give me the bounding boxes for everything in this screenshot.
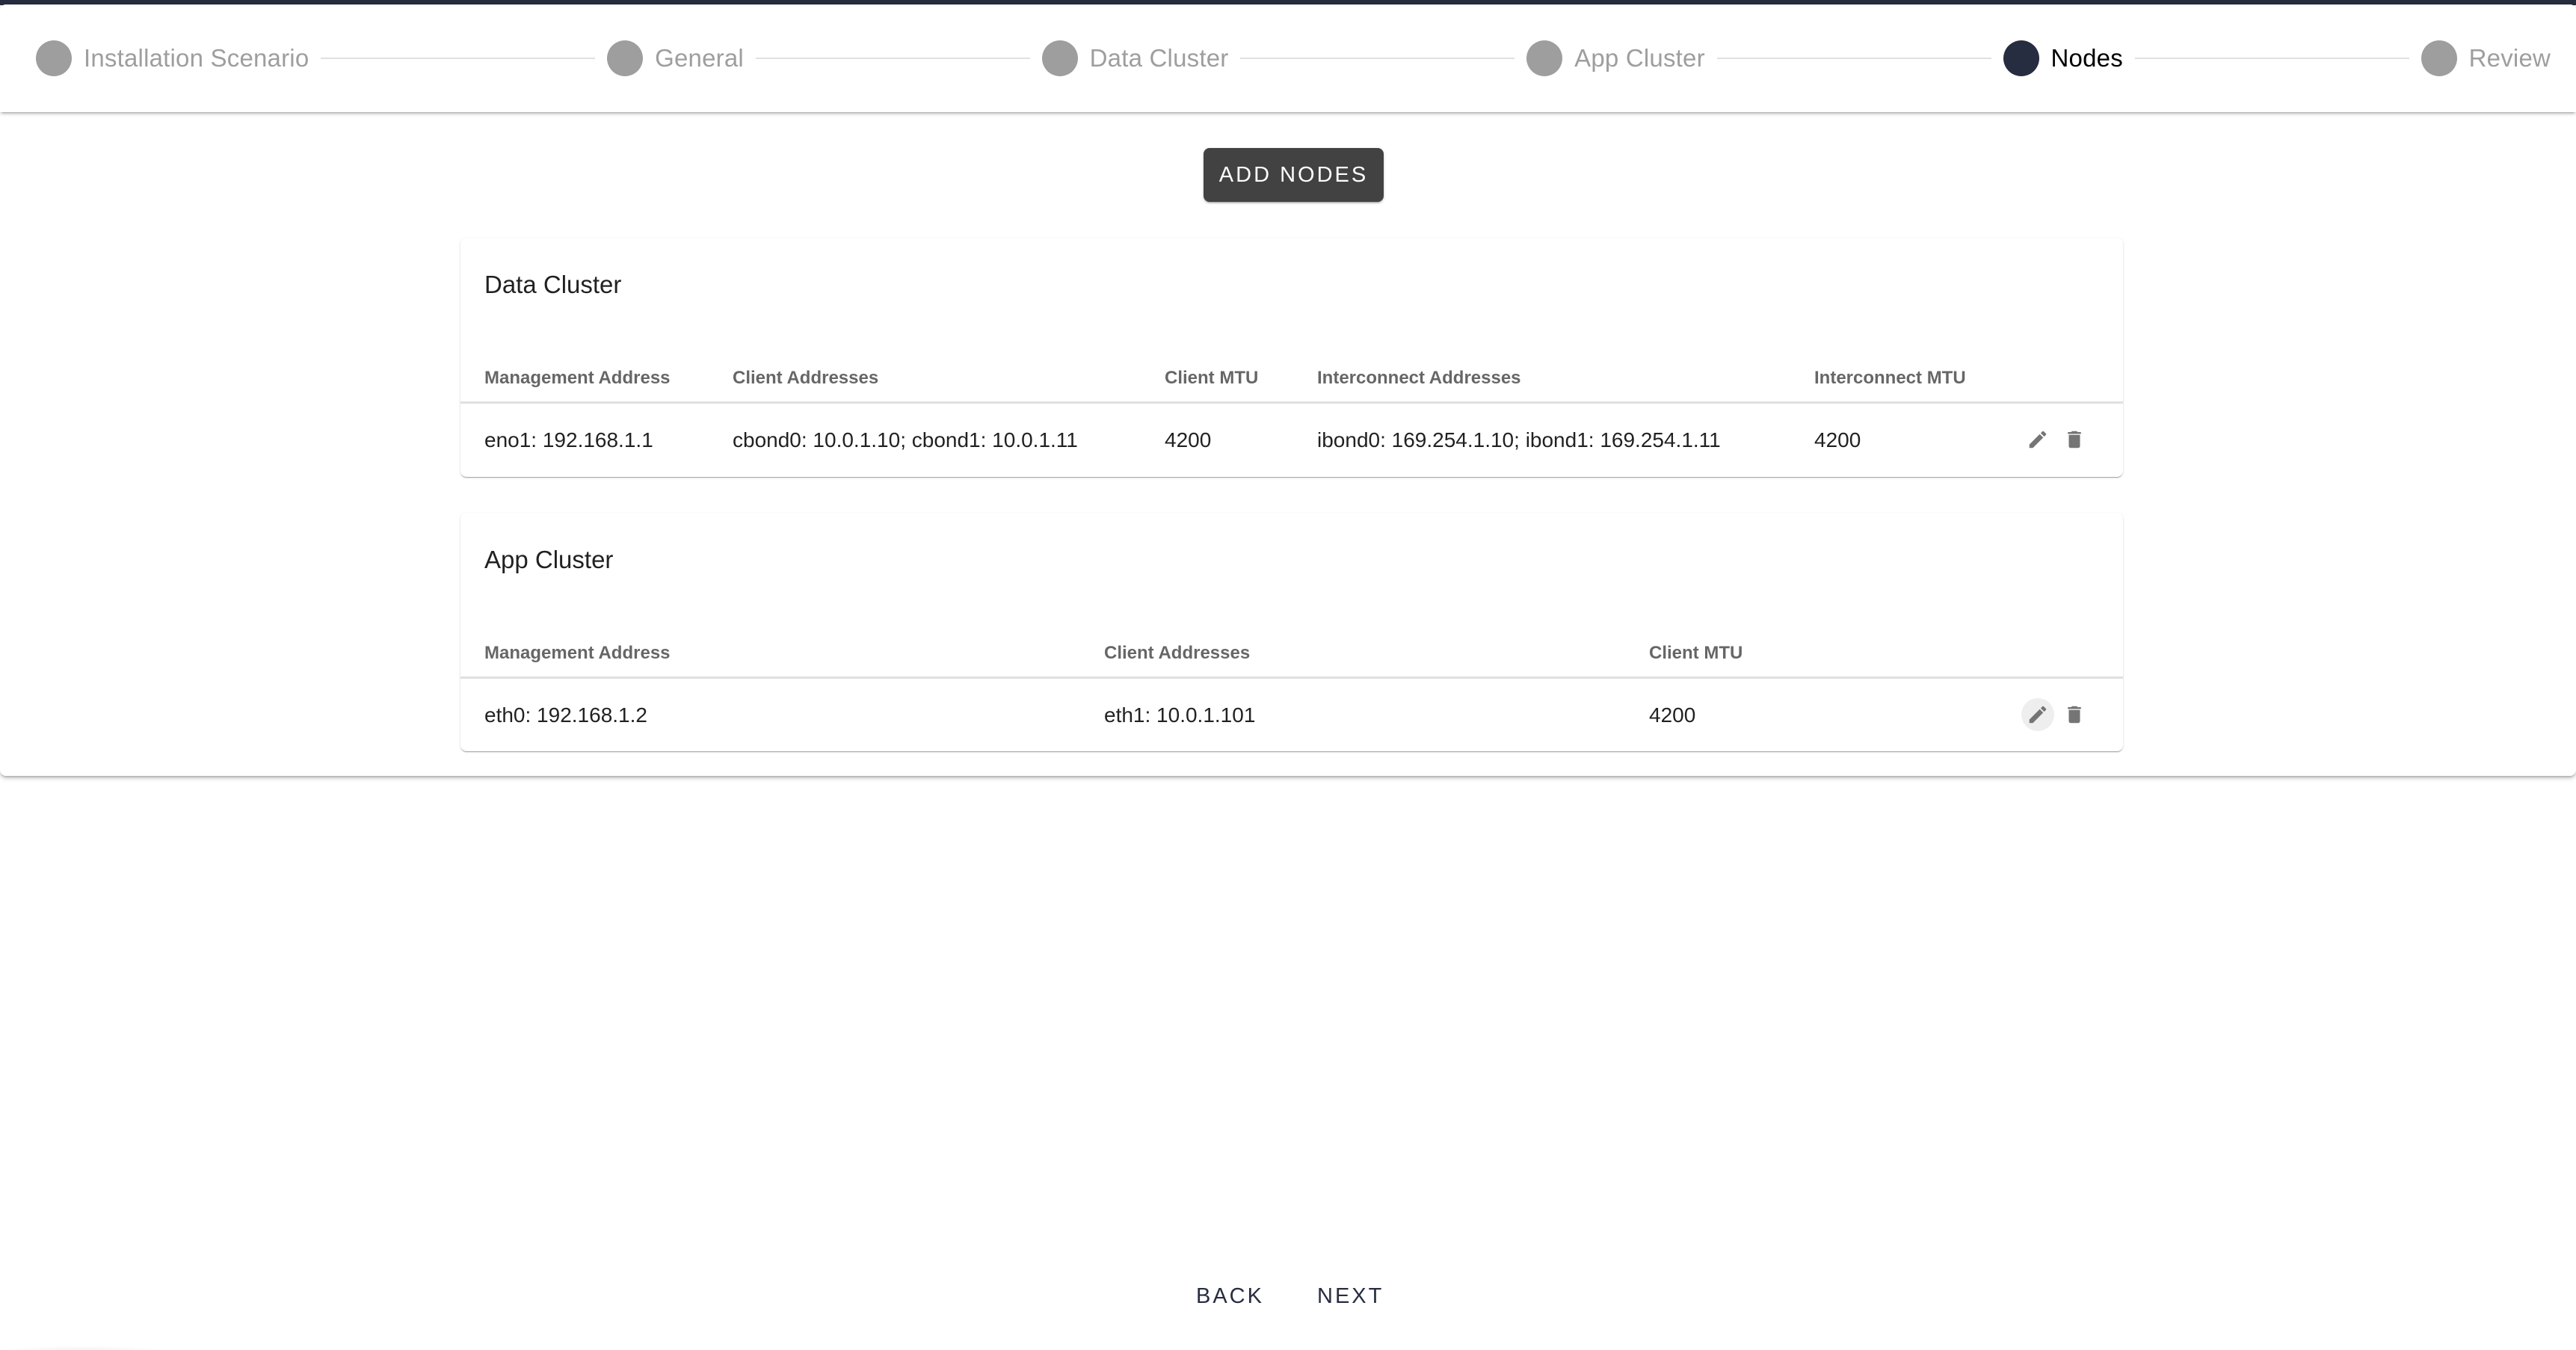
- app-cluster-card: App Cluster Management Address Client Ad…: [460, 513, 2123, 751]
- client-mtu-cell: 4200: [1649, 703, 1696, 727]
- add-nodes-button[interactable]: ADD NODES: [1204, 148, 1384, 202]
- client-mtu-cell: 4200: [1165, 428, 1212, 451]
- column-header: Client MTU: [1165, 368, 1259, 388]
- table-header: Management Address Client Addresses Clie…: [460, 617, 2123, 679]
- step-installation-scenario[interactable]: Installation Scenario: [36, 40, 309, 76]
- step-review[interactable]: Review: [2421, 40, 2551, 76]
- step-label: General: [655, 44, 744, 72]
- delete-icon: [2068, 706, 2081, 724]
- edit-icon: [2029, 706, 2047, 724]
- column-header: Interconnect Addresses: [1317, 368, 1521, 388]
- step-indicator-icon: [36, 40, 72, 76]
- step-label: Data Cluster: [1089, 44, 1229, 72]
- stepper: Installation Scenario General Data Clust…: [0, 4, 2576, 112]
- step-indicator-icon: [607, 40, 644, 76]
- data-cluster-card: Data Cluster Management Address Client A…: [460, 238, 2123, 477]
- step-nodes[interactable]: Nodes: [2003, 40, 2123, 76]
- edit-icon: [2029, 431, 2047, 449]
- delete-icon: [2068, 431, 2081, 449]
- client-addresses-cell: eth1: 10.0.1.101: [1104, 703, 1256, 727]
- table-header: Management Address Client Addresses Clie…: [460, 342, 2123, 404]
- column-header: Management Address: [484, 368, 671, 388]
- table-row: eth0: 192.168.1.2 eth1: 10.0.1.101 4200: [460, 680, 2123, 752]
- management-address-cell: eno1: 192.168.1.1: [484, 428, 653, 451]
- next-button[interactable]: NEXT: [1317, 1277, 1384, 1316]
- interconnect-addresses-cell: ibond0: 169.254.1.10; ibond1: 169.254.1.…: [1317, 428, 1721, 451]
- step-connector: [1716, 58, 1991, 59]
- step-label: Installation Scenario: [84, 44, 309, 72]
- step-data-cluster[interactable]: Data Cluster: [1041, 40, 1229, 76]
- step-connector: [2134, 58, 2409, 59]
- step-app-cluster[interactable]: App Cluster: [1526, 40, 1705, 76]
- step-connector: [755, 58, 1030, 59]
- step-label: App Cluster: [1574, 44, 1705, 72]
- table-row: eno1: 192.168.1.1 cbond0: 10.0.1.10; cbo…: [460, 405, 2123, 477]
- column-header: Management Address: [484, 643, 671, 663]
- management-address-cell: eth0: 192.168.1.2: [484, 703, 647, 727]
- step-indicator-icon: [1526, 40, 1563, 76]
- delete-button[interactable]: [2058, 698, 2091, 731]
- client-addresses-cell: cbond0: 10.0.1.10; cbond1: 10.0.1.11: [733, 428, 1078, 451]
- interconnect-mtu-cell: 4200: [1814, 428, 1861, 451]
- step-label: Nodes: [2050, 44, 2123, 72]
- bottom-edge-shadow: [0, 1346, 164, 1350]
- card-title: Data Cluster: [484, 271, 622, 298]
- step-indicator-icon: [1041, 40, 1078, 76]
- step-indicator-icon: [2421, 40, 2457, 76]
- edit-button[interactable]: [2021, 423, 2054, 456]
- column-header: Client MTU: [1649, 643, 1743, 663]
- card-title: App Cluster: [484, 546, 614, 573]
- back-button[interactable]: BACK: [1196, 1277, 1264, 1316]
- step-label: Review: [2468, 44, 2551, 72]
- step-general[interactable]: General: [607, 40, 744, 76]
- column-header: Client Addresses: [1104, 643, 1251, 663]
- column-header: Client Addresses: [733, 368, 879, 388]
- step-connector: [1240, 58, 1515, 59]
- edit-button[interactable]: [2021, 698, 2054, 731]
- step-indicator-icon: [2003, 40, 2039, 76]
- step-connector: [321, 58, 596, 59]
- delete-button[interactable]: [2058, 423, 2091, 456]
- column-header: Interconnect MTU: [1814, 368, 1966, 388]
